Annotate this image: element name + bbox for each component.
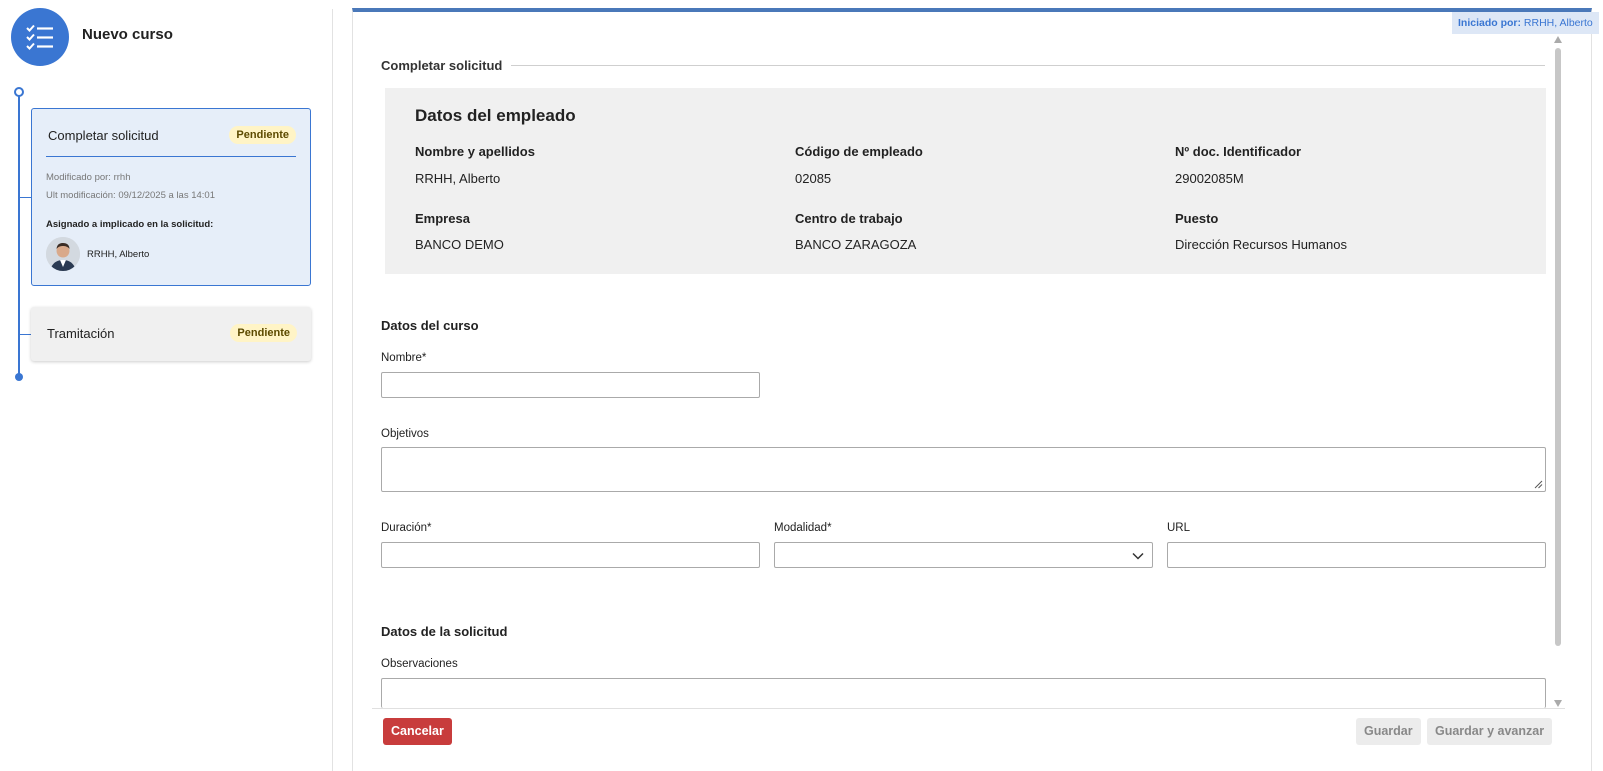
field-value: BANCO DEMO bbox=[415, 237, 504, 252]
scroll-down-icon[interactable] bbox=[1554, 700, 1562, 707]
avatar bbox=[46, 237, 80, 271]
chevron-down-icon bbox=[1132, 552, 1144, 560]
field-label: Nombre y apellidos bbox=[415, 144, 535, 159]
nombre-input[interactable] bbox=[381, 372, 760, 398]
duracion-label: Duración* bbox=[381, 522, 432, 534]
footer-divider bbox=[372, 708, 1565, 709]
employee-panel: Datos del empleado Nombre y apellidos RR… bbox=[385, 88, 1546, 274]
field-value: Dirección Recursos Humanos bbox=[1175, 237, 1347, 252]
modalidad-label: Modalidad* bbox=[774, 522, 832, 534]
field-label: Centro de trabajo bbox=[795, 211, 903, 226]
step-card-completar-solicitud[interactable]: Completar solicitud Pendiente Modificado… bbox=[31, 108, 311, 286]
section-title: Completar solicitud bbox=[381, 58, 503, 73]
step-card-tramitacion[interactable]: Tramitación Pendiente bbox=[31, 307, 311, 361]
field-value: 29002085M bbox=[1175, 171, 1244, 186]
modalidad-select[interactable] bbox=[774, 542, 1153, 568]
save-button[interactable]: Guardar bbox=[1356, 718, 1421, 745]
course-section-title: Datos del curso bbox=[381, 318, 479, 333]
objetivos-textarea[interactable] bbox=[381, 447, 1546, 492]
cancel-button[interactable]: Cancelar bbox=[383, 718, 452, 745]
page-title: Nuevo curso bbox=[82, 26, 173, 43]
save-and-advance-button[interactable]: Guardar y avanzar bbox=[1427, 718, 1553, 745]
field-label: Empresa bbox=[415, 211, 470, 226]
section-rule bbox=[511, 65, 1545, 66]
status-badge: Pendiente bbox=[229, 126, 296, 144]
checklist-icon bbox=[11, 8, 69, 66]
timeline-line bbox=[18, 92, 20, 378]
field-label: Código de empleado bbox=[795, 144, 923, 159]
timeline-end-dot bbox=[15, 373, 23, 381]
field-label: Puesto bbox=[1175, 211, 1219, 226]
last-modified: Ult modificación: 09/12/2025 a las 14:01 bbox=[46, 190, 215, 201]
timeline-connector bbox=[20, 197, 31, 198]
observaciones-label: Observaciones bbox=[381, 658, 458, 670]
status-badge: Pendiente bbox=[230, 324, 297, 342]
request-section-title: Datos de la solicitud bbox=[381, 624, 508, 639]
panel-divider bbox=[332, 9, 333, 771]
initiated-value: RRHH, Alberto bbox=[1523, 17, 1593, 29]
objetivos-label: Objetivos bbox=[381, 428, 429, 440]
field-value: RRHH, Alberto bbox=[415, 171, 501, 186]
field-value: 02085 bbox=[795, 171, 832, 186]
step-title: Tramitación bbox=[47, 326, 115, 341]
step-title: Completar solicitud bbox=[48, 128, 159, 143]
scroll-up-icon[interactable] bbox=[1554, 36, 1562, 43]
initiated-by: Iniciado por: RRHH, Alberto bbox=[1452, 12, 1599, 34]
modified-by: Modificado por: rrhh bbox=[46, 172, 131, 183]
employee-title: Datos del empleado bbox=[415, 106, 576, 125]
step-divider bbox=[46, 156, 296, 157]
duracion-input[interactable] bbox=[381, 542, 760, 568]
scrollbar-thumb[interactable] bbox=[1555, 48, 1561, 646]
observaciones-textarea[interactable] bbox=[381, 678, 1546, 708]
nombre-label: Nombre* bbox=[381, 352, 427, 364]
timeline-start-dot bbox=[14, 87, 24, 97]
initiated-label: Iniciado por: bbox=[1458, 17, 1521, 29]
field-value: BANCO ZARAGOZA bbox=[795, 237, 917, 252]
field-label: Nº doc. Identificador bbox=[1175, 144, 1302, 159]
timeline-connector bbox=[20, 334, 31, 335]
resize-handle-icon[interactable] bbox=[1534, 480, 1543, 489]
url-label: URL bbox=[1167, 522, 1191, 534]
url-input[interactable] bbox=[1167, 542, 1546, 568]
assigned-label: Asignado a implicado en la solicitud: bbox=[46, 219, 214, 230]
assignee-name: RRHH, Alberto bbox=[87, 249, 150, 260]
